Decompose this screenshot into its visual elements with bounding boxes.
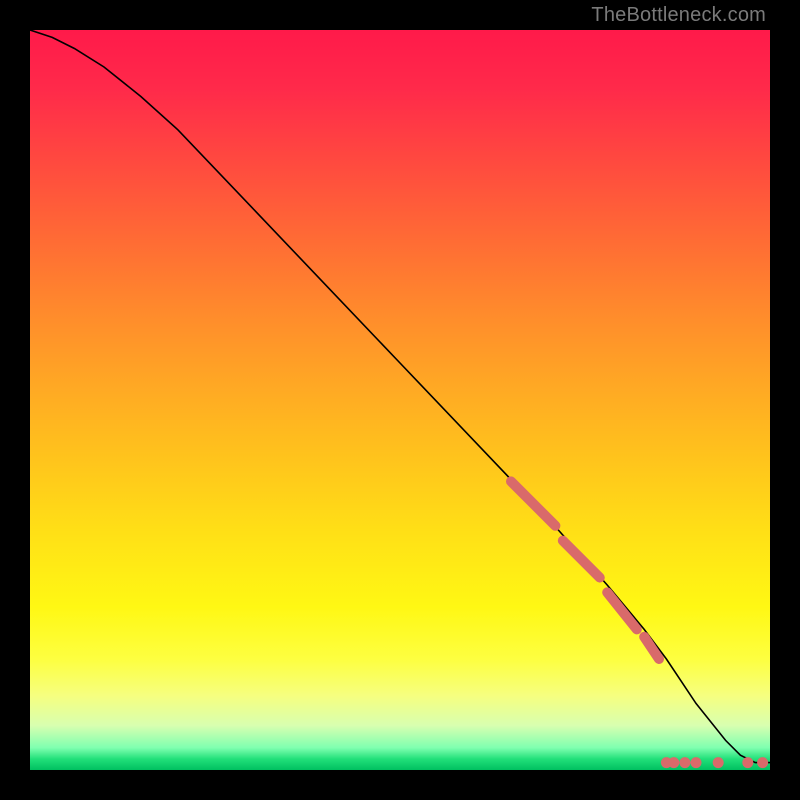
plot-area xyxy=(30,30,770,770)
highlight-dot xyxy=(679,757,690,768)
highlight-segment xyxy=(563,541,600,578)
highlight-dot xyxy=(691,757,702,768)
highlight-segments xyxy=(511,481,659,659)
chart-svg xyxy=(30,30,770,770)
highlight-dots xyxy=(661,757,768,768)
watermark-text: TheBottleneck.com xyxy=(591,4,766,27)
highlight-dot xyxy=(668,757,679,768)
highlight-dot xyxy=(757,757,768,768)
highlight-dot xyxy=(742,757,753,768)
highlight-segment xyxy=(644,637,659,659)
highlight-segment xyxy=(607,592,637,629)
highlight-segment xyxy=(511,481,555,525)
chart-frame: TheBottleneck.com xyxy=(0,0,800,800)
highlight-dot xyxy=(713,757,724,768)
